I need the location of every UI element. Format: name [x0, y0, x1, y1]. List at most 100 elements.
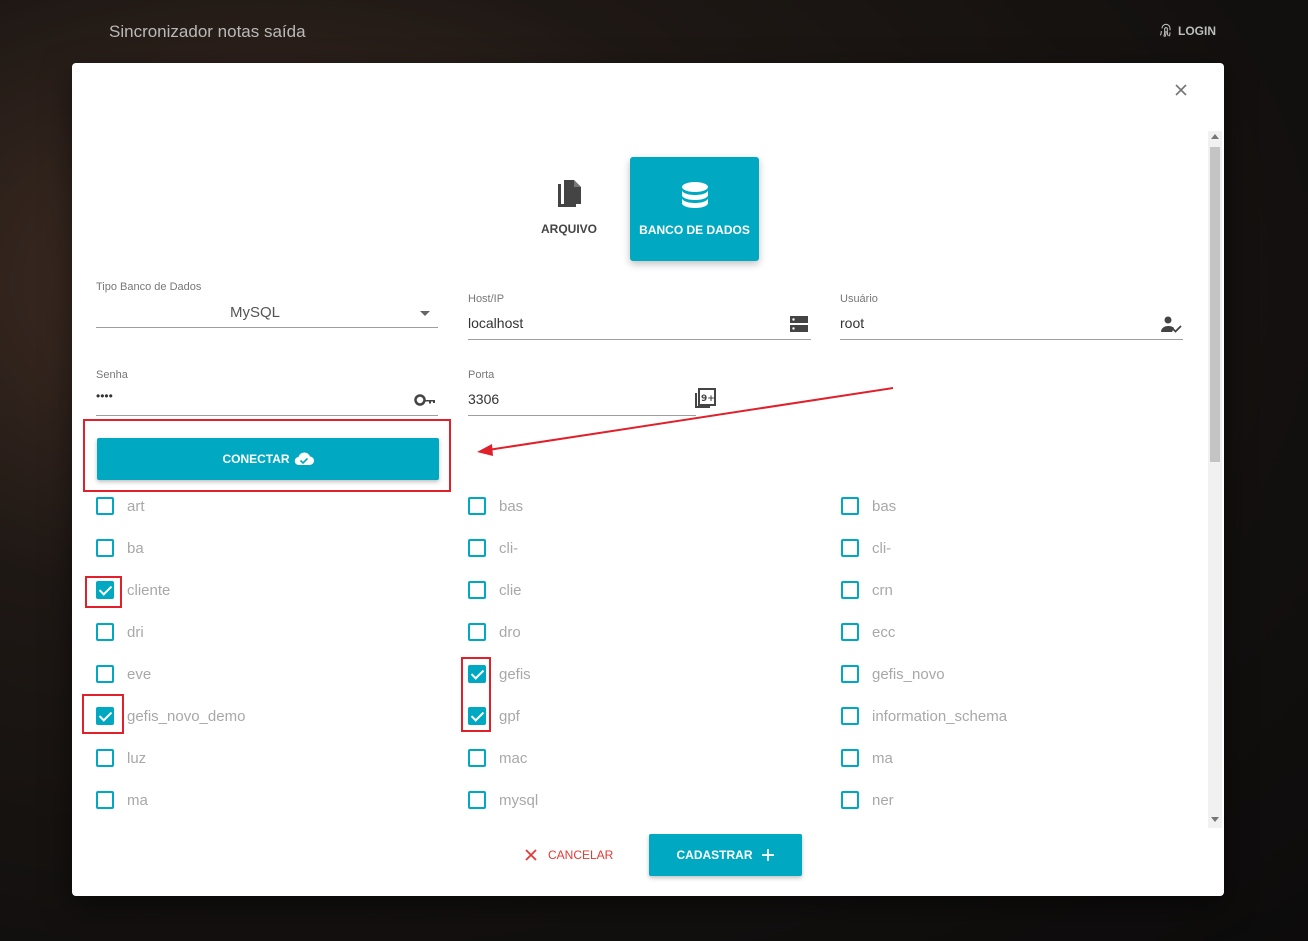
- cancel-label: CANCELAR: [548, 848, 614, 862]
- password-label: Senha: [96, 369, 128, 381]
- password-field[interactable]: Senha ••••: [96, 368, 438, 416]
- checkbox[interactable]: [96, 665, 114, 683]
- server-icon: [790, 316, 808, 332]
- highlight-checkbox-gefis-gpf: [461, 657, 491, 732]
- port-input[interactable]: 3306: [468, 391, 499, 407]
- db-type-select[interactable]: Tipo Banco de Dados MySQL: [96, 280, 438, 330]
- database-name: information_schema: [872, 707, 1008, 725]
- database-checkbox-item[interactable]: ecc: [841, 622, 895, 642]
- checkbox[interactable]: [841, 791, 859, 809]
- checkbox[interactable]: [96, 539, 114, 557]
- highlight-checkbox-cliente: [85, 576, 122, 608]
- database-name: dri: [127, 623, 144, 641]
- host-input[interactable]: localhost: [468, 315, 523, 331]
- port-field[interactable]: Porta 3306 9+: [468, 368, 718, 416]
- tab-arquivo[interactable]: ARQUIVO: [525, 163, 613, 251]
- app-title: Sincronizador notas saída: [109, 22, 306, 41]
- database-checkbox-item[interactable]: clie: [468, 580, 522, 600]
- database-checkbox-item[interactable]: ma: [96, 790, 148, 810]
- checkbox[interactable]: [96, 791, 114, 809]
- database-checkbox-item[interactable]: bas: [841, 496, 896, 516]
- key-icon: [414, 394, 435, 406]
- database-checkbox-item[interactable]: ner: [841, 790, 894, 810]
- database-checkbox-item[interactable]: bas: [468, 496, 523, 516]
- database-name: ecc: [872, 623, 896, 641]
- database-name: bas: [872, 497, 897, 515]
- host-field[interactable]: Host/IP localhost: [468, 292, 811, 340]
- db-type-label: Tipo Banco de Dados: [96, 281, 202, 293]
- checkbox[interactable]: [841, 539, 859, 557]
- filter-9-plus-icon: 9+: [695, 388, 716, 408]
- submit-button[interactable]: CADASTRAR: [649, 834, 802, 876]
- database-checkbox-item[interactable]: cli-: [841, 538, 891, 558]
- checkbox[interactable]: [841, 581, 859, 599]
- top-app-bar: Sincronizador notas saída LOGIN: [0, 0, 1308, 63]
- database-checkbox-item[interactable]: gefis_novo: [841, 664, 945, 684]
- database-checkbox-item[interactable]: ma: [841, 748, 893, 768]
- scroll-down-arrow-icon[interactable]: [1211, 817, 1219, 822]
- scroll-up-arrow-icon[interactable]: [1211, 134, 1219, 139]
- database-checkbox-item[interactable]: cli-: [468, 538, 518, 558]
- checkbox[interactable]: [468, 581, 486, 599]
- database-name: eve: [127, 665, 152, 683]
- database-checkbox-item[interactable]: mac: [468, 748, 527, 768]
- database-checkbox-item[interactable]: art: [96, 496, 145, 516]
- highlight-connect-button: [83, 419, 451, 492]
- user-input[interactable]: root: [840, 315, 864, 331]
- checkbox[interactable]: [841, 749, 859, 767]
- person-check-icon: [1161, 316, 1182, 333]
- connection-modal: ARQUIVO BANCO DE DADOS Tipo Banco de Dad…: [72, 63, 1224, 896]
- login-button[interactable]: LOGIN: [1158, 23, 1216, 39]
- tab-banco-de-dados[interactable]: BANCO DE DADOS: [630, 157, 759, 261]
- host-label: Host/IP: [468, 293, 505, 305]
- tab-arquivo-label: ARQUIVO: [540, 222, 597, 236]
- cancel-button[interactable]: CANCELAR: [524, 834, 613, 876]
- checkbox[interactable]: [468, 791, 486, 809]
- database-name: ner: [872, 791, 894, 809]
- database-name: gefis_novo: [872, 665, 945, 683]
- database-name: gpf: [499, 707, 520, 725]
- database-name: clie: [499, 581, 522, 599]
- close-icon[interactable]: [1170, 79, 1192, 101]
- port-label: Porta: [468, 369, 495, 381]
- database-name: gefis_novo_demo: [127, 707, 246, 725]
- checkbox[interactable]: [841, 623, 859, 641]
- database-checkbox-item[interactable]: dro: [468, 622, 521, 642]
- scrollbar-thumb[interactable]: [1210, 147, 1220, 462]
- login-label: LOGIN: [1178, 24, 1216, 38]
- checkbox[interactable]: [841, 497, 859, 515]
- database-checkbox-item[interactable]: crn: [841, 580, 893, 600]
- database-name: ma: [872, 749, 893, 767]
- close-icon: [525, 849, 537, 861]
- database-name: cli-: [499, 539, 519, 557]
- chevron-down-icon: [420, 311, 430, 316]
- checkbox[interactable]: [96, 749, 114, 767]
- checkbox[interactable]: [468, 749, 486, 767]
- plus-icon: [761, 849, 774, 861]
- database-name: crn: [872, 581, 893, 599]
- checkbox[interactable]: [96, 497, 114, 515]
- database-name: dro: [499, 623, 521, 641]
- user-label: Usuário: [840, 293, 878, 305]
- database-name: gefis: [499, 665, 531, 683]
- database-checkbox-item[interactable]: dri: [96, 622, 144, 642]
- user-field[interactable]: Usuário root: [840, 292, 1183, 340]
- checkbox[interactable]: [468, 539, 486, 557]
- database-checkbox-item[interactable]: mysql: [468, 790, 538, 810]
- database-name: luz: [127, 749, 147, 767]
- database-checkbox-item[interactable]: eve: [96, 664, 151, 684]
- db-type-value: MySQL: [230, 304, 281, 321]
- password-input[interactable]: ••••: [96, 389, 113, 403]
- database-icon: [681, 182, 708, 208]
- checkbox[interactable]: [468, 623, 486, 641]
- database-checkbox-item[interactable]: luz: [96, 748, 146, 768]
- checkbox[interactable]: [468, 497, 486, 515]
- database-checkbox-item[interactable]: ba: [96, 538, 144, 558]
- checkbox[interactable]: [841, 665, 859, 683]
- checkbox[interactable]: [96, 623, 114, 641]
- checkbox[interactable]: [841, 707, 859, 725]
- tab-banco-label: BANCO DE DADOS: [639, 223, 750, 237]
- database-name: bas: [499, 497, 524, 515]
- database-checkbox-item[interactable]: information_schema: [841, 706, 1007, 726]
- database-name: cliente: [127, 581, 171, 599]
